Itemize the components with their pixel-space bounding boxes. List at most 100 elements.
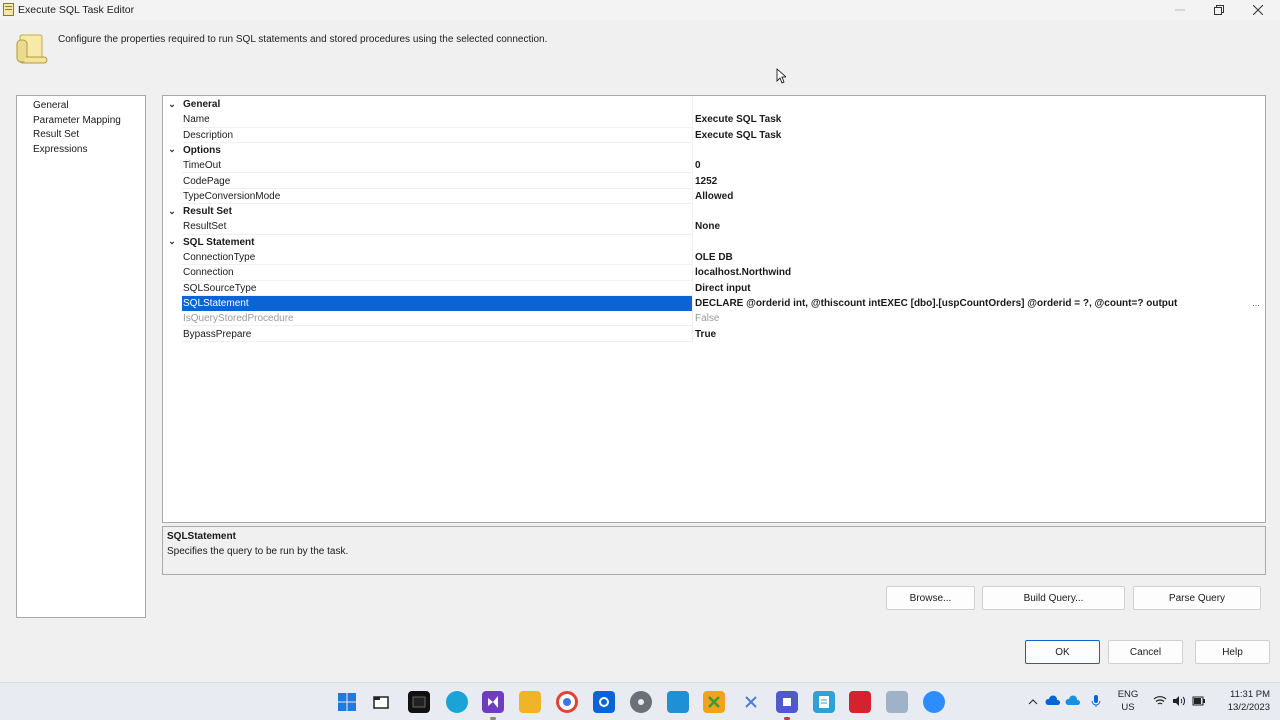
category-general[interactable]: ⌄ General xyxy=(163,97,1265,112)
tool-app-icon[interactable] xyxy=(703,691,725,713)
file-window-icon[interactable] xyxy=(370,691,392,713)
restore-icon xyxy=(1214,5,1224,15)
nav-item-general[interactable]: General xyxy=(17,99,145,114)
category-label: General xyxy=(183,99,221,110)
ok-button[interactable]: OK xyxy=(1025,640,1100,664)
microphone-icon[interactable] xyxy=(1091,694,1101,708)
task-editor-icon xyxy=(3,3,14,16)
property-row-name[interactable]: Name Execute SQL Task xyxy=(163,112,1265,128)
edge-browser-icon[interactable] xyxy=(446,691,468,713)
teams-icon[interactable] xyxy=(776,691,798,713)
property-name: Name xyxy=(182,112,692,128)
title-bar: Execute SQL Task Editor xyxy=(0,0,1280,20)
property-value[interactable]: Execute SQL Task xyxy=(695,128,1255,143)
property-name: IsQueryStoredProcedure xyxy=(182,311,692,327)
close-icon xyxy=(1253,5,1263,15)
property-description-pane: SQLStatement Specifies the query to be r… xyxy=(162,526,1266,575)
ellipsis-button[interactable]: ... xyxy=(1250,296,1262,311)
category-options[interactable]: ⌄ Options xyxy=(163,143,1265,158)
property-row-codepage[interactable]: CodePage 1252 xyxy=(163,174,1265,189)
outlook-icon[interactable] xyxy=(593,691,615,713)
execute-sql-task-editor-window: Execute SQL Task Editor Configure the pr… xyxy=(0,0,1280,682)
property-value[interactable]: 0 xyxy=(695,158,1255,173)
chevron-up-icon[interactable] xyxy=(1027,696,1039,708)
category-label: SQL Statement xyxy=(183,236,255,248)
zoom-icon[interactable] xyxy=(923,691,945,713)
property-row-bypassprepare[interactable]: BypassPrepare True xyxy=(163,327,1265,342)
window-title: Execute SQL Task Editor xyxy=(18,4,135,16)
property-value[interactable]: Direct input xyxy=(695,281,1255,296)
notepad-icon[interactable] xyxy=(813,691,835,713)
file-explorer-icon[interactable] xyxy=(519,691,541,713)
property-value[interactable]: OLE DB xyxy=(695,250,1255,265)
onedrive-cloud-icon[interactable] xyxy=(1045,695,1061,707)
mouse-cursor-icon xyxy=(776,68,786,84)
visual-studio-icon[interactable] xyxy=(482,691,504,713)
property-name: ResultSet xyxy=(182,219,692,235)
property-row-resultset[interactable]: ResultSet None xyxy=(163,219,1265,235)
property-value[interactable]: Allowed xyxy=(695,189,1255,204)
chevron-down-icon[interactable]: ⌄ xyxy=(167,144,177,156)
category-label: Result Set xyxy=(183,206,232,218)
property-row-sqlstatement[interactable]: SQLStatement DECLARE @orderid int, @this… xyxy=(163,295,1265,312)
property-name: BypassPrepare xyxy=(182,327,692,342)
scroll-document-icon xyxy=(16,34,48,64)
property-row-description[interactable]: Description Execute SQL Task xyxy=(163,128,1265,143)
nav-item-result-set[interactable]: Result Set xyxy=(17,128,145,143)
description-text: Specifies the query to be run by the tas… xyxy=(167,546,349,557)
property-value[interactable]: localhost.Northwind xyxy=(695,265,1255,280)
property-value[interactable]: None xyxy=(695,219,1255,234)
cancel-button[interactable]: Cancel xyxy=(1108,640,1183,664)
minimize-button[interactable] xyxy=(1160,0,1200,20)
property-name: CodePage xyxy=(182,174,692,189)
windows-start-icon[interactable] xyxy=(336,691,358,713)
property-value: False xyxy=(695,313,720,325)
nav-item-parameter-mapping[interactable]: Parameter Mapping xyxy=(17,114,145,129)
property-name: Connection xyxy=(182,265,692,281)
property-row-connectiontype[interactable]: ConnectionType OLE DB xyxy=(163,250,1265,266)
language-indicator[interactable]: ENG US xyxy=(1116,688,1140,714)
restore-button[interactable] xyxy=(1199,0,1239,20)
minimize-icon xyxy=(1175,9,1185,11)
property-grid: ⌄ General Name Execute SQL Task Descript… xyxy=(162,95,1266,523)
property-name: TimeOut xyxy=(182,158,692,174)
language-code: ENG xyxy=(1117,689,1139,700)
remote-connection-icon[interactable] xyxy=(667,691,689,713)
property-row-typeconversionmode[interactable]: TypeConversionMode Allowed xyxy=(163,189,1265,205)
property-value[interactable]: True xyxy=(695,327,1255,342)
snipping-tool-icon[interactable] xyxy=(740,691,762,713)
description-title: SQLStatement xyxy=(167,531,236,542)
region-code: US xyxy=(1121,702,1135,713)
wifi-icon[interactable] xyxy=(1153,695,1167,707)
property-row-timeout[interactable]: TimeOut 0 xyxy=(163,158,1265,174)
browse-button[interactable]: Browse... xyxy=(886,586,975,610)
property-value[interactable]: DECLARE @orderid int, @thiscount intEXEC… xyxy=(695,296,1235,311)
terminal-icon[interactable] xyxy=(408,691,430,713)
chrome-browser-icon[interactable] xyxy=(556,691,578,713)
battery-icon[interactable] xyxy=(1192,695,1206,707)
onedrive-cloud-icon[interactable] xyxy=(1065,695,1081,707)
help-button[interactable]: Help xyxy=(1195,640,1270,664)
system-clock[interactable]: 11:31 PM 13/2/2023 xyxy=(1212,688,1270,714)
parse-query-button[interactable]: Parse Query xyxy=(1133,586,1261,610)
build-query-button[interactable]: Build Query... xyxy=(982,586,1125,610)
acrobat-pdf-icon[interactable] xyxy=(849,691,871,713)
property-row-connection[interactable]: Connection localhost.Northwind xyxy=(163,265,1265,281)
close-button[interactable] xyxy=(1238,0,1278,20)
property-row-sqlsourcetype[interactable]: SQLSourceType Direct input xyxy=(163,281,1265,296)
taskbar: ENG US 11:31 PM 13/2/2023 xyxy=(0,682,1280,720)
nav-item-expressions[interactable]: Expressions xyxy=(17,143,145,158)
category-sql-statement[interactable]: ⌄ SQL Statement xyxy=(163,235,1265,250)
settings-gear-icon[interactable] xyxy=(630,691,652,713)
category-result-set[interactable]: ⌄ Result Set xyxy=(163,204,1265,219)
network-tool-icon[interactable] xyxy=(886,691,908,713)
property-name: Description xyxy=(182,128,692,143)
chevron-down-icon[interactable]: ⌄ xyxy=(167,98,177,110)
chevron-down-icon[interactable]: ⌄ xyxy=(167,205,177,217)
clock-date: 13/2/2023 xyxy=(1227,702,1270,713)
chevron-down-icon[interactable]: ⌄ xyxy=(167,236,177,248)
property-value[interactable]: Execute SQL Task xyxy=(695,112,1255,127)
property-name: SQLStatement xyxy=(182,295,692,312)
speaker-volume-icon[interactable] xyxy=(1172,695,1186,707)
property-value[interactable]: 1252 xyxy=(695,174,1255,189)
